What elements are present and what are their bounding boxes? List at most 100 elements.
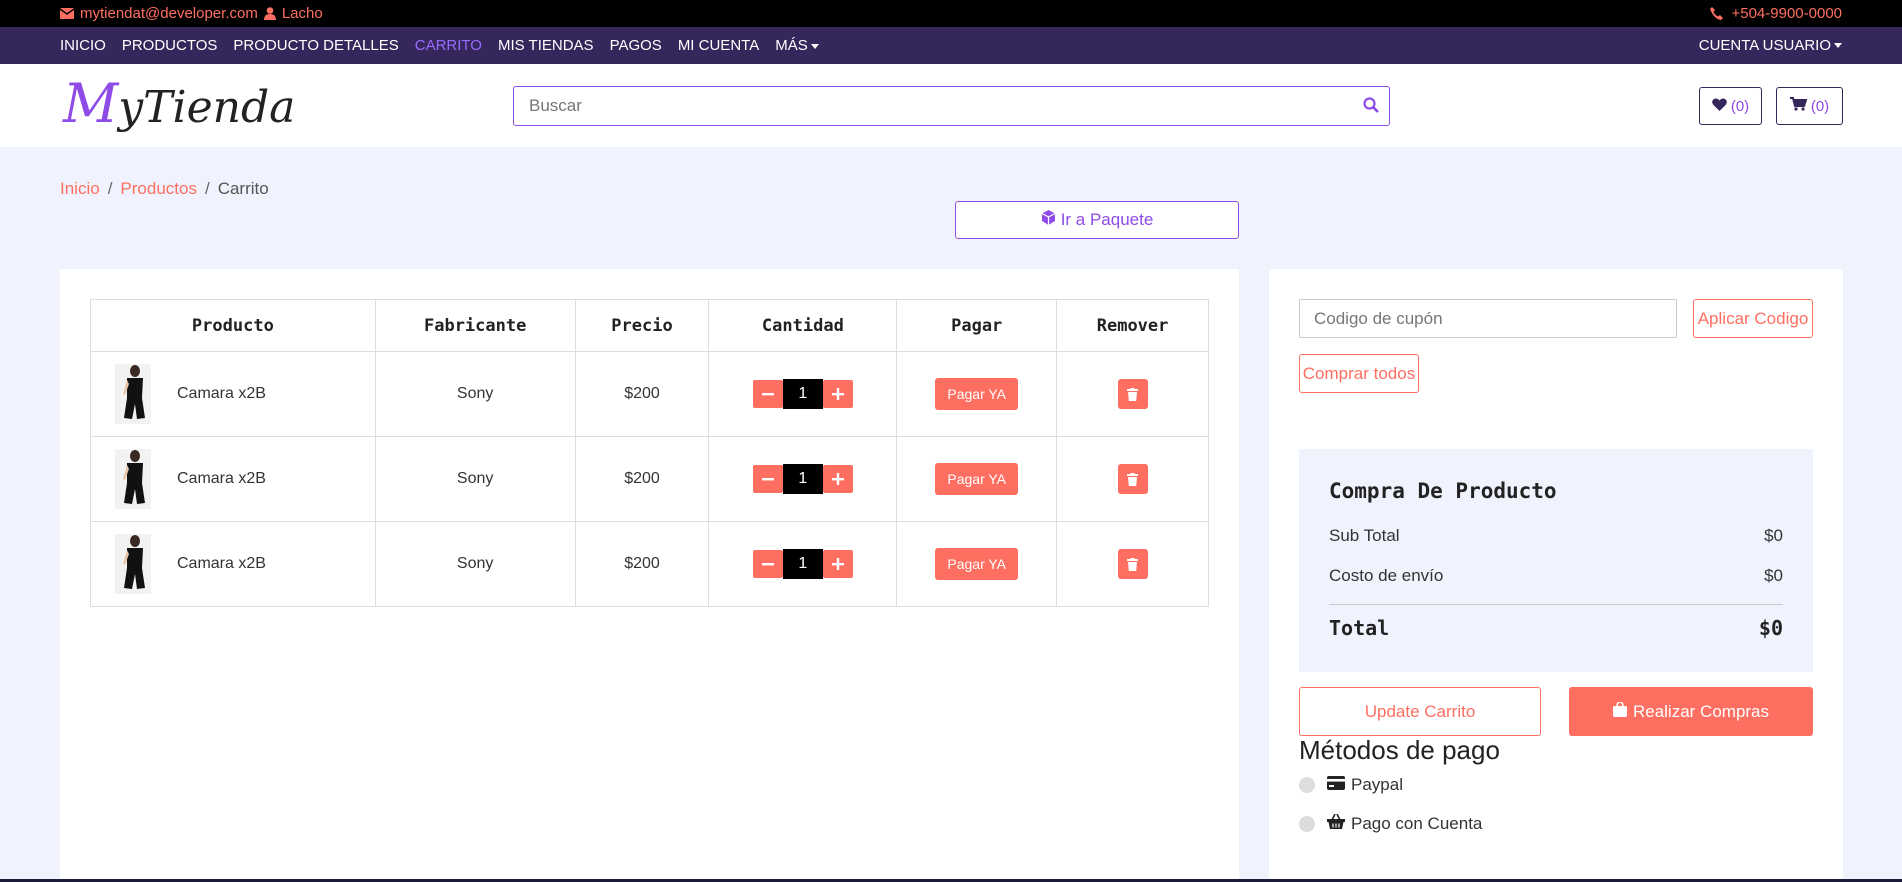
quantity-stepper: 1 [752,379,853,409]
order-summary: Compra De Producto Sub Total $0 Costo de… [1299,449,1813,672]
header-pagar: Pagar [896,299,1058,352]
quantity-input[interactable]: 1 [782,549,823,579]
nav-mi-cuenta[interactable]: MI CUENTA [678,37,759,54]
cart-panel: Producto Fabricante Precio Cantidad Paga… [60,269,1239,882]
nav-pagos[interactable]: PAGOS [610,37,662,54]
product-thumbnail[interactable] [115,449,151,509]
payment-option-account[interactable]: Pago con Cuenta [1299,813,1483,834]
quantity-decrease-button[interactable] [752,380,783,408]
quantity-decrease-button[interactable] [752,465,783,493]
update-cart-button[interactable]: Update Carrito [1299,687,1541,736]
pay-cell: Pagar YA [896,436,1058,522]
nav-producto-detalles[interactable]: PRODUCTO DETALLES [233,37,398,54]
buy-all-button[interactable]: Comprar todos [1299,354,1419,393]
product-cell: Camara x2B [90,436,376,522]
shipping-value: $0 [1764,566,1783,585]
header-producto: Producto [90,299,376,352]
pagar-ya-button[interactable]: Pagar YA [935,548,1019,580]
product-maker: Sony [374,521,576,607]
cart-table-header: Producto Fabricante Precio Cantidad Paga… [90,299,1209,352]
subtotal-value: $0 [1764,526,1783,545]
remove-button[interactable] [1117,464,1148,494]
order-sidebar: Codigo de cupón Aplicar Codigo Comprar t… [1269,269,1843,882]
quantity-increase-button[interactable] [822,380,853,408]
minus-icon [761,563,774,566]
breadcrumb-separator: / [204,179,210,198]
quantity-input[interactable]: 1 [782,379,823,409]
contact-email[interactable]: mytiendat@developer.com [80,5,258,22]
search-icon[interactable] [1363,97,1379,118]
wishlist-count: (0) [1730,97,1750,115]
account-dropdown[interactable]: CUENTA USUARIO [1699,27,1842,64]
site-header: MyTienda (0) (0) [0,64,1902,147]
product-thumbnail[interactable] [115,364,151,424]
product-name[interactable]: Camara x2B [177,555,266,573]
breadcrumb-carrito: Carrito [217,179,269,198]
account-payment-label: Pago con Cuenta [1351,814,1483,833]
nav-mas-dropdown[interactable]: MÁS [775,37,819,54]
trash-icon [1127,472,1139,486]
pagar-ya-button[interactable]: Pagar YA [935,378,1019,410]
nav-inicio[interactable]: INICIO [60,37,106,54]
table-row: Camara x2B Sony $200 1 Pagar YA [90,521,1209,607]
cart-icon [1789,97,1808,115]
pagar-ya-button[interactable]: Pagar YA [935,463,1019,495]
subtotal-row: Sub Total $0 [1329,526,1783,546]
coupon-placeholder: Codigo de cupón [1314,308,1443,328]
shipping-label: Costo de envío [1329,566,1444,585]
account-radio[interactable] [1299,816,1315,832]
header-cantidad: Cantidad [708,299,898,352]
search-input[interactable] [514,87,1334,125]
remove-cell [1056,521,1209,607]
user-icon [263,7,276,20]
product-name[interactable]: Camara x2B [177,385,266,403]
payment-option-paypal[interactable]: Paypal [1299,775,1403,795]
quantity-increase-button[interactable] [822,465,853,493]
pay-cell: Pagar YA [896,351,1058,437]
subtotal-label: Sub Total [1329,526,1400,545]
quantity-cell: 1 [708,351,898,437]
product-name[interactable]: Camara x2B [177,470,266,488]
quantity-increase-button[interactable] [822,550,853,578]
quantity-stepper: 1 [752,549,853,579]
breadcrumb-inicio[interactable]: Inicio [60,179,100,199]
product-cell: Camara x2B [90,351,376,437]
credit-card-icon [1327,775,1345,795]
paypal-radio[interactable] [1299,777,1315,793]
user-name[interactable]: Lacho [282,5,323,22]
quantity-decrease-button[interactable] [752,550,783,578]
bag-icon [1612,700,1627,722]
site-logo[interactable]: MyTienda [63,72,295,135]
product-maker: Sony [374,351,576,437]
minus-icon [761,393,774,396]
logo-text: yTienda [118,82,296,133]
nav-mis-tiendas[interactable]: MIS TIENDAS [498,37,594,54]
payment-methods-title: Métodos de pago [1299,735,1500,765]
contact-phone[interactable]: +504-9900-0000 [1731,5,1842,22]
apply-coupon-button[interactable]: Aplicar Codigo [1693,299,1813,338]
top-bar: mytiendat@developer.com Lacho +504-9900-… [0,0,1902,27]
minus-icon [761,478,774,481]
plus-icon [831,558,844,570]
ir-a-paquete-button[interactable]: Ir a Paquete [955,201,1239,239]
total-label: Total [1329,616,1390,640]
breadcrumb-productos[interactable]: Productos [120,179,197,199]
coupon-input[interactable]: Codigo de cupón [1299,299,1677,338]
remove-button[interactable] [1117,549,1148,579]
main-navbar: INICIO PRODUCTOS PRODUCTO DETALLES CARRI… [0,27,1902,64]
envelope-icon [60,8,74,19]
quantity-cell: 1 [708,521,898,607]
remove-button[interactable] [1117,379,1148,409]
nav-productos[interactable]: PRODUCTOS [122,37,218,54]
quantity-input[interactable]: 1 [782,464,823,494]
remove-cell [1056,436,1209,522]
plus-icon [831,473,844,485]
nav-carrito[interactable]: CARRITO [415,37,482,54]
wishlist-button[interactable]: (0) [1699,87,1762,125]
phone-icon [1710,7,1724,20]
cube-icon [1041,210,1056,230]
cart-button[interactable]: (0) [1776,87,1843,125]
checkout-button[interactable]: Realizar Compras [1569,687,1813,736]
product-price: $200 [574,521,710,607]
product-thumbnail[interactable] [115,534,151,594]
